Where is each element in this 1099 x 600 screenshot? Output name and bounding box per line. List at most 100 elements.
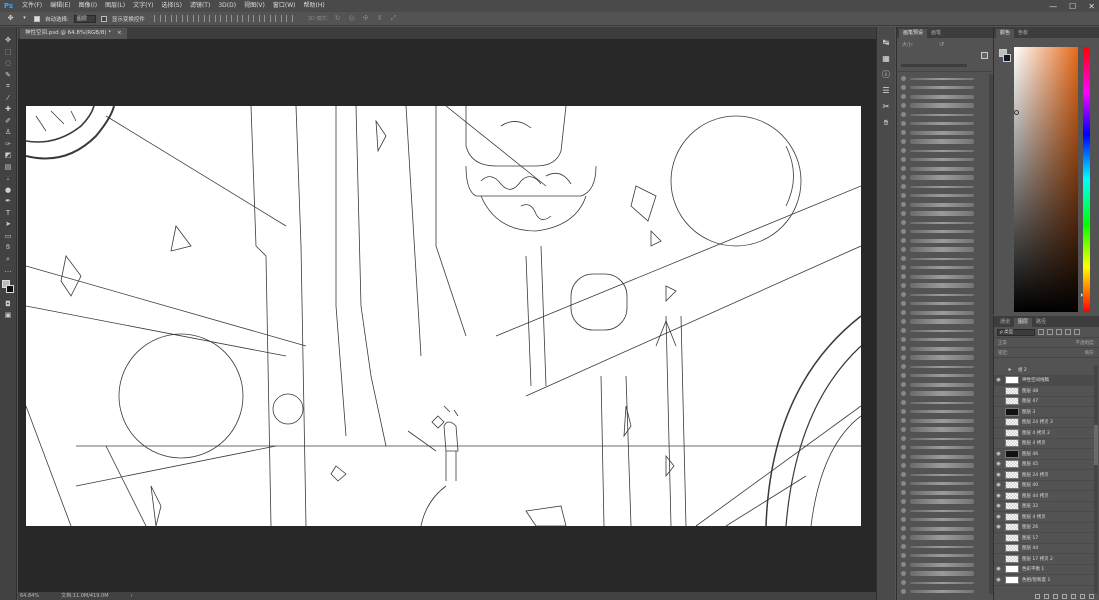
dodge-tool-icon[interactable]: ● <box>2 185 14 196</box>
layer-row[interactable]: ◉ 图层 44 拷贝 <box>994 491 1094 502</box>
filter-adjust-icon[interactable] <box>1047 329 1053 335</box>
minimize-icon[interactable]: — <box>1049 2 1057 11</box>
visibility-eye-icon[interactable]: ◉ <box>994 377 1003 383</box>
brush-preset-item[interactable] <box>898 488 992 497</box>
brush-preset-item[interactable] <box>898 506 992 515</box>
chevron-down-icon[interactable]: ▾ <box>20 14 29 23</box>
auto-select-checkbox[interactable] <box>34 15 40 22</box>
visibility-eye-icon[interactable]: ◉ <box>994 388 1003 394</box>
hue-slider-marker[interactable] <box>1081 293 1083 297</box>
visibility-eye-icon[interactable]: ◉ <box>994 419 1003 425</box>
new-adjustment-icon[interactable] <box>1062 594 1067 599</box>
blend-mode-dropdown[interactable]: 正常 <box>998 340 1007 346</box>
menu-item[interactable]: 3D(D) <box>214 0 240 12</box>
visibility-eye-icon[interactable]: ◉ <box>994 367 1003 373</box>
visibility-eye-icon[interactable]: ◉ <box>994 524 1003 530</box>
brush-preset-item[interactable] <box>898 101 992 110</box>
tools-icon[interactable]: ✂ <box>880 101 892 113</box>
pen-tool-icon[interactable]: ✒ <box>2 196 14 207</box>
brush-settings-icon[interactable]: ✋︎ <box>880 117 892 129</box>
roll-3d-icon[interactable]: ◎ <box>347 14 356 23</box>
rotate-3d-icon[interactable]: ↻ <box>333 14 342 23</box>
brush-preset-item[interactable] <box>898 326 992 335</box>
transform-controls-checkbox[interactable] <box>100 15 107 22</box>
tab-layers[interactable]: 图层 <box>1014 318 1033 327</box>
layer-row[interactable]: ◉ 图层 48 <box>994 386 1094 397</box>
layer-row[interactable]: ◉ 图层 32 <box>994 502 1094 512</box>
filter-type-icon[interactable] <box>1056 329 1062 335</box>
visibility-eye-icon[interactable]: ◉ <box>994 503 1003 509</box>
brush-preset-item[interactable] <box>898 308 992 317</box>
brush-preset-item[interactable] <box>898 335 992 344</box>
new-layer-icon[interactable] <box>1080 594 1085 599</box>
filter-pixel-icon[interactable] <box>1038 329 1044 335</box>
align-right-icon[interactable] <box>208 15 216 22</box>
move-tool-icon[interactable]: ✥ <box>2 35 14 46</box>
panel-background-swatch[interactable] <box>1003 54 1011 62</box>
layer-row[interactable]: ◉ 色相/饱和度 1 <box>994 575 1094 586</box>
brush-preset-item[interactable] <box>898 92 992 101</box>
brush-preset-item[interactable] <box>898 299 992 308</box>
visibility-eye-icon[interactable]: ◉ <box>994 430 1003 436</box>
brush-preset-item[interactable] <box>898 236 992 245</box>
brush-preset-item[interactable] <box>898 407 992 416</box>
auto-align-icon[interactable] <box>285 15 293 22</box>
tab-swatches[interactable]: 色板 <box>1014 29 1032 38</box>
layer-row[interactable]: ◉ 图层 17 <box>994 533 1094 544</box>
brush-preset-item[interactable] <box>898 578 992 587</box>
visibility-eye-icon[interactable]: ◉ <box>994 545 1003 551</box>
layer-filter-dropdown[interactable]: ρ 类型 <box>997 328 1035 336</box>
menu-item[interactable]: 滤镜(T) <box>186 0 214 12</box>
brush-preset-item[interactable] <box>898 200 992 209</box>
visibility-eye-icon[interactable]: ◉ <box>994 493 1003 499</box>
shape-tool-icon[interactable]: ▭ <box>2 231 14 242</box>
distribute-hcenter-icon[interactable] <box>263 15 271 22</box>
layer-row[interactable]: ◉ 图层 4 拷贝 2 <box>994 428 1094 439</box>
brush-preset-item[interactable] <box>898 443 992 452</box>
reset-icon[interactable]: ↺ <box>939 41 944 48</box>
layer-row[interactable]: ◉ 图层 3 <box>994 407 1094 418</box>
brush-size-slider[interactable] <box>901 64 967 67</box>
layer-row[interactable]: ◉ 图层 47 <box>994 397 1094 407</box>
distribute-right-icon[interactable] <box>274 15 282 22</box>
layer-style-icon[interactable] <box>1044 594 1049 599</box>
brush-preset-item[interactable] <box>898 83 992 92</box>
brush-preset-item[interactable] <box>898 515 992 524</box>
move-tool-icon[interactable]: ✥ <box>6 14 15 23</box>
saturation-brightness-field[interactable] <box>1014 47 1078 312</box>
healing-tool-icon[interactable]: ✚ <box>2 104 14 115</box>
brush-preset-item[interactable] <box>898 209 992 218</box>
distribute-left-icon[interactable] <box>252 15 260 22</box>
layer-row[interactable]: ◉ 图层 26 <box>994 523 1094 533</box>
brush-preset-item[interactable] <box>898 398 992 407</box>
brush-preset-item[interactable] <box>898 254 992 263</box>
distribute-vcenter-icon[interactable] <box>230 15 238 22</box>
crop-tool-icon[interactable]: ⌗ <box>2 81 14 92</box>
brush-preset-item[interactable] <box>898 371 992 380</box>
type-tool-icon[interactable]: T <box>2 208 14 219</box>
tab-color[interactable]: 颜色 <box>996 29 1015 38</box>
menu-item[interactable]: 图层(L) <box>101 0 129 12</box>
brush-preset-item[interactable] <box>898 542 992 551</box>
brush-preset-item[interactable] <box>898 497 992 506</box>
brush-preset-item[interactable] <box>898 74 992 83</box>
document-tab[interactable]: 神性空间.psd @ 64.8%(RGB/8) * × <box>20 28 127 39</box>
zoom-level[interactable]: 64.84% <box>20 592 39 600</box>
close-icon[interactable]: ✕ <box>1088 2 1095 11</box>
tab-brush[interactable]: 画笔 <box>927 29 945 38</box>
drag-3d-icon[interactable]: ✣ <box>361 14 370 23</box>
layer-row[interactable]: ◉ ▸ 组 2 <box>994 365 1094 376</box>
brush-preset-item[interactable] <box>898 569 992 578</box>
menu-item[interactable]: 文件(F) <box>18 0 46 12</box>
brush-preset-item[interactable] <box>898 110 992 119</box>
hand-tool-icon[interactable]: ✋︎ <box>2 242 14 253</box>
brush-preset-item[interactable] <box>898 479 992 488</box>
distribute-top-icon[interactable] <box>219 15 227 22</box>
delete-layer-icon[interactable] <box>1089 594 1094 599</box>
brush-preset-item[interactable] <box>898 560 992 569</box>
align-hcenter-icon[interactable] <box>197 15 205 22</box>
lasso-tool-icon[interactable]: ◌ <box>2 58 14 69</box>
visibility-eye-icon[interactable]: ◉ <box>994 451 1003 457</box>
visibility-eye-icon[interactable]: ◉ <box>994 577 1003 583</box>
brush-preset-item[interactable] <box>898 191 992 200</box>
